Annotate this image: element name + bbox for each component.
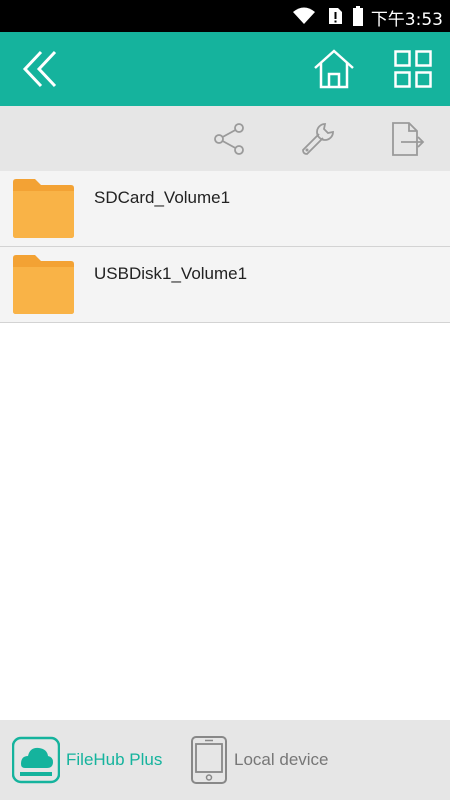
folder-icon: [13, 179, 74, 238]
grid-view-icon: [394, 50, 432, 88]
wrench-icon: [302, 123, 334, 155]
list-item[interactable]: SDCard_Volume1: [0, 171, 450, 247]
home-button[interactable]: [308, 32, 360, 106]
grid-view-button[interactable]: [388, 32, 438, 106]
tab-filehub-plus[interactable]: FileHub Plus: [12, 720, 162, 800]
phone-icon: [191, 736, 227, 784]
folder-icon: [13, 255, 74, 314]
file-name: SDCard_Volume1: [94, 188, 231, 207]
top-bar: [0, 32, 450, 106]
status-time: 下午3:53: [370, 10, 443, 30]
export-icon: [392, 122, 425, 156]
battery-icon: [353, 6, 363, 26]
settings-button[interactable]: [295, 116, 341, 162]
list-item[interactable]: USBDisk1_Volume1: [0, 247, 450, 323]
bottom-tab-bar: FileHub Plus Local device: [0, 720, 450, 800]
file-name: USBDisk1_Volume1: [94, 264, 248, 283]
tab-local-device[interactable]: Local device: [190, 720, 329, 800]
share-icon: [214, 123, 244, 155]
back-button[interactable]: [10, 32, 70, 106]
home-icon: [314, 49, 354, 89]
action-toolbar: [0, 106, 450, 171]
double-chevron-left-icon: [22, 50, 57, 88]
share-button[interactable]: [206, 116, 252, 162]
tab-label: FileHub Plus: [66, 750, 163, 769]
export-button[interactable]: [383, 116, 429, 162]
cloud-drive-icon: [12, 736, 60, 784]
wifi-icon: [293, 7, 315, 24]
status-bar: 下午3:53: [0, 0, 450, 32]
file-list: SDCard_Volume1 USBDisk1_Volume1: [0, 171, 450, 323]
tab-label: Local device: [234, 750, 329, 769]
sim-alert-icon: [329, 8, 342, 24]
